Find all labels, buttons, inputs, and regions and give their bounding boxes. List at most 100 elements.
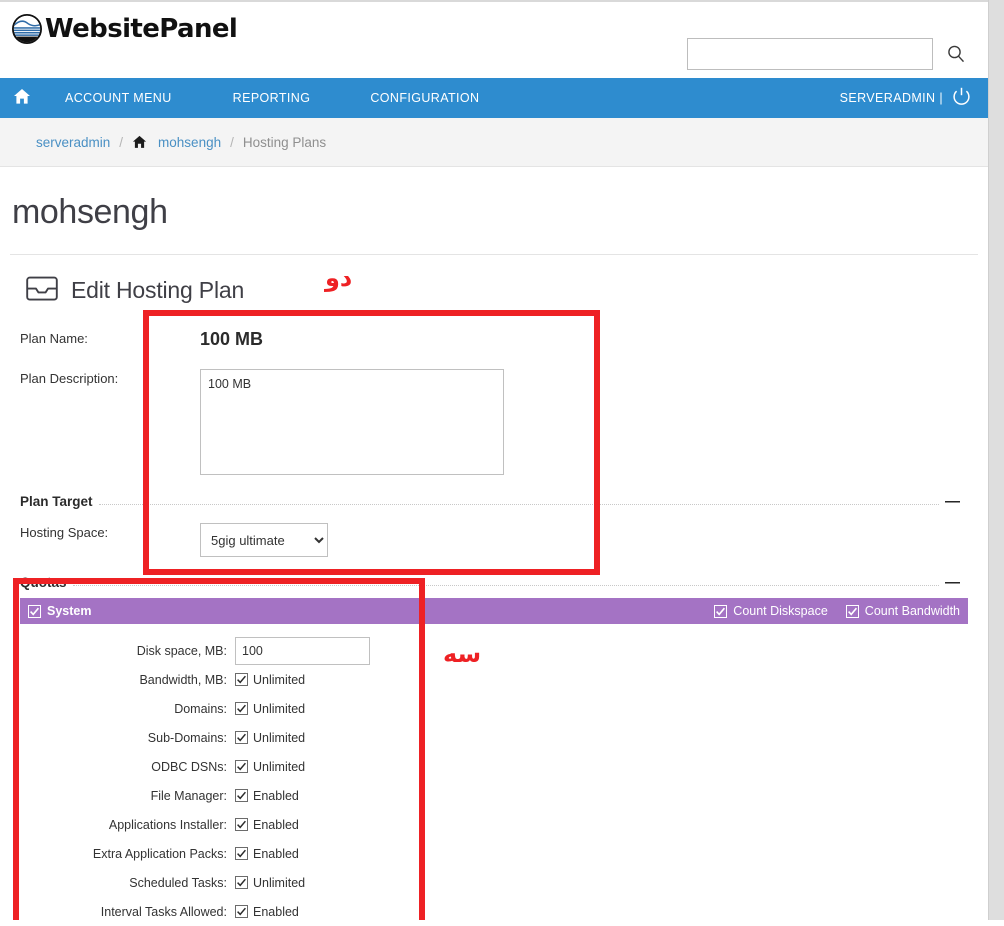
plan-name-value: 100 MB	[200, 329, 264, 349]
quota-row-checkbox[interactable]	[235, 789, 248, 802]
quota-row: ODBC DSNs: Unlimited	[20, 752, 968, 781]
quota-row-checkbox[interactable]	[235, 876, 248, 889]
hosting-space-row: Hosting Space: 5gig ultimate	[0, 523, 988, 557]
quota-row-label: File Manager:	[150, 788, 227, 803]
annotation-label-do: دو	[325, 264, 353, 292]
title-divider	[10, 254, 978, 255]
quota-row-value: Unlimited	[235, 731, 305, 745]
quota-row: Disk space, MB:	[20, 636, 968, 665]
quota-row-checkbox[interactable]	[235, 847, 248, 860]
quota-group-label: System	[47, 604, 92, 618]
quota-row: Interval Tasks Allowed: Enabled	[20, 897, 968, 926]
quota-row-checkbox[interactable]	[235, 760, 248, 773]
main-navbar: ACCOUNT MENU REPORTING CONFIGURATION SER…	[0, 78, 988, 118]
quota-row: Sub-Domains: Unlimited	[20, 723, 968, 752]
quota-row-list: Disk space, MB:Bandwidth, MB:UnlimitedDo…	[20, 624, 968, 926]
quota-row-value: Enabled	[235, 818, 299, 832]
plan-target-heading: Plan Target	[20, 494, 93, 509]
quota-row: Bandwidth, MB: Unlimited	[20, 665, 968, 694]
home-icon	[13, 88, 31, 108]
current-user-label[interactable]: SERVERADMIN |	[840, 91, 943, 105]
quota-row-label: Applications Installer:	[108, 817, 227, 832]
breadcrumb-separator: /	[119, 134, 124, 150]
plan-name-row: Plan Name: 100 MB	[0, 329, 988, 349]
quota-row: Scheduled Tasks: Unlimited	[20, 868, 968, 897]
quota-row-label: Extra Application Packs:	[92, 846, 227, 861]
quota-row-checkbox[interactable]	[235, 702, 248, 715]
quotas-heading: Quotas	[20, 575, 67, 590]
breadcrumb-item-current: Hosting Plans	[242, 134, 327, 150]
page-root: WebsitePanel ACCOUNT MENU REPORTING CONF…	[0, 0, 988, 920]
count-bandwidth-option[interactable]: Count Bandwidth	[845, 604, 960, 618]
quota-panel: System Count Diskspace Count Bandwidth D…	[20, 598, 968, 926]
quota-row-label: Interval Tasks Allowed:	[100, 904, 227, 919]
page-scrollbar[interactable]	[988, 0, 1004, 920]
hosting-space-select[interactable]: 5gig ultimate	[200, 523, 328, 557]
nav-item-account-menu[interactable]: ACCOUNT MENU	[65, 91, 172, 105]
quota-row-value: Enabled	[235, 789, 299, 803]
power-icon[interactable]	[951, 86, 972, 110]
breadcrumb-home-icon	[132, 135, 147, 149]
quota-row-value-label: Enabled	[253, 817, 299, 832]
quota-row-value-label: Unlimited	[253, 730, 306, 745]
section-header: Edit Hosting Plan	[26, 275, 988, 305]
quota-row-value: Unlimited	[235, 760, 305, 774]
logo-text: WebsitePanel	[45, 14, 238, 44]
quota-group-checkbox[interactable]	[28, 604, 41, 618]
quota-row-checkbox[interactable]	[235, 731, 248, 744]
plan-description-label: Plan Description:	[20, 371, 119, 386]
inbox-tray-icon	[26, 275, 58, 305]
quota-row-value-label: Enabled	[253, 788, 299, 803]
search-input[interactable]	[687, 38, 933, 70]
quota-row-value-label: Unlimited	[253, 759, 306, 774]
nav-item-configuration[interactable]: CONFIGURATION	[370, 91, 479, 105]
logo[interactable]: WebsitePanel	[12, 14, 238, 44]
plan-description-textarea[interactable]	[200, 369, 504, 475]
count-diskspace-checkbox[interactable]	[714, 604, 728, 618]
plan-target-collapse-toggle[interactable]: —	[945, 494, 960, 509]
quota-group-header: System Count Diskspace Count Bandwidth	[20, 598, 968, 624]
quota-row-label: Domains:	[174, 701, 227, 716]
nav-home-button[interactable]	[0, 88, 44, 108]
quota-row-label: Bandwidth, MB:	[139, 672, 227, 687]
nav-item-reporting[interactable]: REPORTING	[233, 91, 311, 105]
breadcrumb-item-mohsengh[interactable]: mohsengh	[158, 135, 221, 150]
plan-description-row: Plan Description:	[0, 369, 988, 478]
hosting-space-label: Hosting Space:	[20, 525, 109, 540]
quota-row-checkbox[interactable]	[235, 905, 248, 918]
breadcrumb-item-serveradmin[interactable]: serveradmin	[36, 135, 110, 150]
quota-row-value-label: Enabled	[253, 904, 299, 919]
quota-row-value-label: Unlimited	[253, 875, 306, 890]
quota-row-label: Sub-Domains:	[147, 730, 227, 745]
navbar-right: SERVERADMIN |	[840, 78, 972, 118]
count-diskspace-option[interactable]: Count Diskspace	[714, 604, 828, 618]
search-icon[interactable]	[946, 44, 966, 64]
quota-row-input[interactable]	[235, 636, 370, 665]
quota-row: Domains: Unlimited	[20, 694, 968, 723]
quota-row-value-label: Unlimited	[253, 701, 306, 716]
count-bandwidth-checkbox[interactable]	[845, 604, 859, 618]
quota-row-label: ODBC DSNs:	[151, 759, 227, 774]
quota-row-checkbox[interactable]	[235, 818, 248, 831]
quota-row-value-label: Unlimited	[253, 672, 306, 687]
plan-target-dotted-rule	[98, 495, 939, 505]
globe-logo-icon	[12, 14, 42, 44]
annotation-label-se: سه	[443, 640, 482, 668]
quota-row-label: Disk space, MB:	[136, 643, 227, 658]
quotas-collapse-toggle[interactable]: —	[945, 575, 960, 590]
search-area	[687, 38, 966, 70]
quota-row-value-label: Enabled	[253, 846, 299, 861]
quota-row-value: Unlimited	[235, 673, 305, 687]
quota-row-label: Scheduled Tasks:	[129, 875, 227, 890]
plan-target-heading-row: Plan Target —	[20, 494, 988, 510]
breadcrumb: serveradmin / mohsengh / Hosting Plans	[0, 118, 988, 167]
count-diskspace-label: Count Diskspace	[733, 604, 828, 618]
quota-row-value: Enabled	[235, 847, 299, 861]
quota-row-value: Unlimited	[235, 702, 305, 716]
quota-row-value: Unlimited	[235, 876, 305, 890]
quota-row: Applications Installer: Enabled	[20, 810, 968, 839]
quota-row-checkbox[interactable]	[235, 673, 248, 686]
hosting-plan-form: Plan Name: 100 MB Plan Description: Plan…	[0, 329, 988, 926]
plan-name-label: Plan Name:	[20, 331, 88, 346]
quota-row-value: Enabled	[235, 905, 299, 919]
